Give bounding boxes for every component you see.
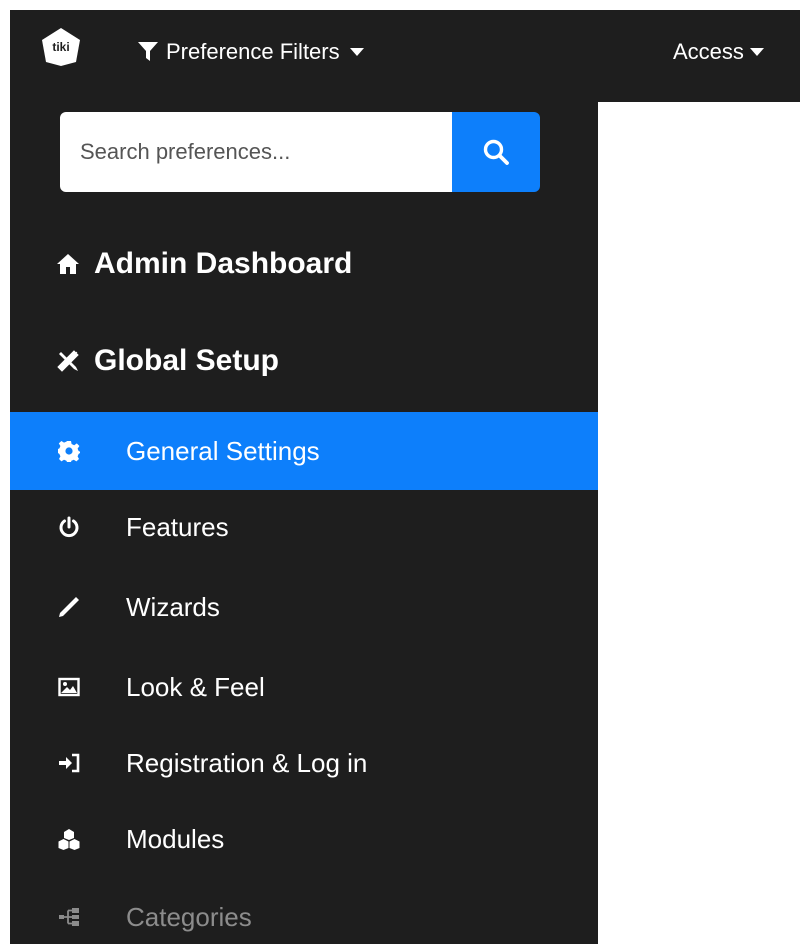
sidebar-item-label: Modules bbox=[126, 823, 225, 854]
sidebar-item-wizards[interactable]: Wizards bbox=[10, 568, 598, 646]
sidebar-item-registration-login[interactable]: Registration & Log in bbox=[10, 724, 598, 802]
global-setup-heading[interactable]: Global Setup bbox=[56, 344, 279, 378]
sidebar-item-features[interactable]: Features bbox=[10, 488, 598, 566]
sidebar-item-label: Wizards bbox=[126, 591, 220, 622]
admin-dashboard-label: Admin Dashboard bbox=[94, 247, 353, 280]
access-dropdown[interactable]: Access bbox=[673, 36, 764, 68]
tiki-logo[interactable]: tiki bbox=[40, 26, 82, 68]
sidebar-item-categories[interactable]: Categories bbox=[10, 878, 598, 944]
sidebar-item-modules[interactable]: Modules bbox=[10, 800, 598, 878]
top-navbar: tiki Preference Filters Access bbox=[10, 10, 800, 102]
frame-top-border bbox=[0, 0, 800, 10]
wand-icon bbox=[59, 597, 79, 617]
gear-icon bbox=[58, 441, 80, 462]
admin-sidebar: Admin Dashboard Global Setup General Set… bbox=[10, 102, 598, 944]
search-input[interactable] bbox=[60, 112, 452, 192]
sidebar-item-label: Look & Feel bbox=[126, 671, 265, 702]
preference-filters-dropdown[interactable]: Preference Filters bbox=[138, 36, 364, 68]
tools-icon bbox=[57, 350, 79, 372]
global-setup-label: Global Setup bbox=[94, 344, 280, 377]
search-button[interactable] bbox=[452, 112, 540, 192]
preference-search bbox=[60, 112, 540, 192]
frame-left-border bbox=[0, 0, 10, 944]
sidebar-item-label: General Settings bbox=[126, 435, 320, 466]
sidebar-item-label: Categories bbox=[126, 901, 252, 932]
home-icon bbox=[57, 254, 79, 274]
logo-text: tiki bbox=[52, 40, 69, 54]
filter-icon bbox=[138, 42, 158, 61]
power-icon bbox=[59, 516, 79, 538]
sidebar-item-general-settings[interactable]: General Settings bbox=[10, 412, 598, 490]
sidebar-item-look-and-feel[interactable]: Look & Feel bbox=[10, 648, 598, 726]
sidebar-item-label: Registration & Log in bbox=[126, 747, 368, 778]
cubes-icon bbox=[58, 829, 80, 850]
admin-dashboard-link[interactable]: Admin Dashboard bbox=[56, 247, 352, 281]
image-icon bbox=[58, 677, 80, 697]
search-icon bbox=[483, 139, 509, 165]
sidebar-item-label: Features bbox=[126, 511, 229, 542]
login-icon bbox=[59, 753, 80, 773]
sitemap-icon bbox=[59, 908, 79, 926]
preference-filters-label: Preference Filters bbox=[166, 39, 340, 64]
access-label: Access bbox=[673, 39, 744, 64]
chevron-down-icon bbox=[749, 48, 764, 56]
chevron-down-icon bbox=[349, 48, 364, 56]
